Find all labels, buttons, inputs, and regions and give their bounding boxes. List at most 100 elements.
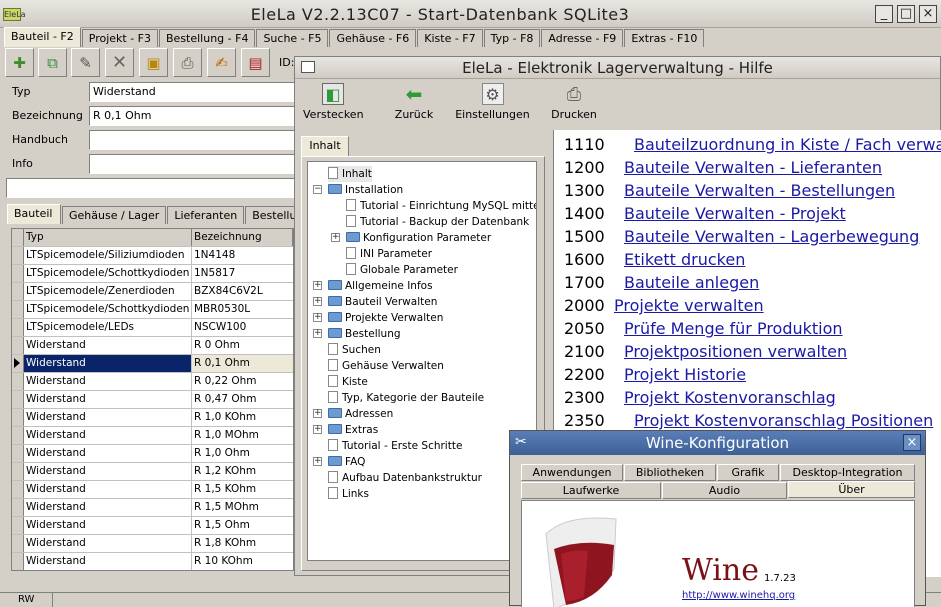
tree-item[interactable]: Adressen (328, 406, 393, 422)
tab-typ[interactable]: Typ - F8 (483, 29, 541, 47)
back-button[interactable]: ⬅ Zurück (389, 82, 439, 123)
subtab-lieferanten[interactable]: Lieferanten (167, 206, 245, 224)
column-header-typ[interactable]: Typ (24, 229, 192, 246)
cell-typ[interactable]: Widerstand (24, 409, 192, 426)
cell-bezeichnung[interactable]: R 1,8 KOhm (192, 535, 293, 552)
table-row[interactable]: Widerstand R 1,5 Ohm (12, 517, 293, 535)
cell-bezeichnung[interactable]: R 0 Ohm (192, 337, 293, 354)
expand-icon[interactable]: + (313, 425, 322, 434)
maximize-button[interactable]: □ (897, 5, 915, 23)
cell-typ[interactable]: Widerstand (24, 463, 192, 480)
help-contents-tree[interactable]: Inhalt − Installation Tutorial - Einrichtun… (307, 161, 537, 561)
cell-typ[interactable]: LTSpicemodele/Schottkydioden (24, 265, 192, 282)
expand-icon[interactable]: + (313, 297, 322, 306)
expand-icon[interactable]: + (331, 233, 340, 242)
minimize-button[interactable]: _ (875, 5, 893, 23)
cell-bezeichnung[interactable]: MBR0530L (192, 301, 293, 318)
topic-link[interactable]: Projektpositionen verwalten (624, 342, 847, 361)
typ-field[interactable]: Widerstand (89, 82, 295, 102)
cell-typ[interactable]: Widerstand (24, 427, 192, 444)
table-row[interactable]: Widerstand R 1,5 KOhm (12, 481, 293, 499)
table-row[interactable]: LTSpicemodele/Schottkydioden MBR0530L (12, 301, 293, 319)
table-row[interactable]: Widerstand R 1,0 MOhm (12, 427, 293, 445)
cell-typ[interactable]: Widerstand (24, 355, 192, 372)
cell-bezeichnung[interactable]: 1N5817 (192, 265, 293, 282)
tab-kiste[interactable]: Kiste - F7 (417, 29, 483, 47)
description-field[interactable] (6, 178, 295, 198)
expand-icon[interactable]: + (313, 313, 322, 322)
cell-bezeichnung[interactable]: R 1,0 KOhm (192, 409, 293, 426)
row-indicator[interactable] (12, 283, 24, 300)
tab-adresse[interactable]: Adresse - F9 (541, 29, 624, 47)
cell-bezeichnung[interactable]: R 1,5 MOhm (192, 499, 293, 516)
expand-icon[interactable]: + (313, 409, 322, 418)
topic-link[interactable]: Prüfe Menge für Produktion (624, 319, 843, 338)
row-indicator[interactable] (12, 319, 24, 336)
row-indicator[interactable] (12, 517, 24, 534)
delete-icon[interactable]: ✕ (105, 48, 134, 77)
topic-link[interactable]: Bauteile Verwalten - Projekt (624, 204, 846, 223)
table-row[interactable]: Widerstand R 0 Ohm (12, 337, 293, 355)
tree-item[interactable]: Konfiguration Parameter (346, 230, 491, 246)
cell-typ[interactable]: Widerstand (24, 481, 192, 498)
cell-bezeichnung[interactable]: BZX84C6V2L (192, 283, 293, 300)
row-indicator[interactable] (12, 553, 24, 570)
tree-item[interactable]: Typ, Kategorie der Bauteile (328, 390, 484, 406)
tree-item[interactable]: Suchen (328, 342, 381, 358)
topic-link[interactable]: Projekte verwalten (614, 296, 764, 315)
cell-bezeichnung[interactable]: R 1,2 KOhm (192, 463, 293, 480)
note-icon[interactable]: ✍ (207, 48, 236, 77)
topic-link[interactable]: Projekt Kostenvoranschlag Positionen (634, 411, 933, 430)
subtab-bauteil[interactable]: Bauteil (7, 204, 61, 224)
tree-item[interactable]: Gehäuse Verwalten (328, 358, 444, 374)
export-icon[interactable]: ▤ (241, 48, 270, 77)
tab-suche[interactable]: Suche - F5 (256, 29, 329, 47)
cell-typ[interactable]: LTSpicemodele/Zenerdioden (24, 283, 192, 300)
subtab-gehaeuse-lager[interactable]: Gehäuse / Lager (62, 206, 167, 224)
table-row[interactable]: Widerstand R 0,47 Ohm (12, 391, 293, 409)
row-indicator[interactable] (12, 301, 24, 318)
row-indicator[interactable] (12, 499, 24, 516)
cell-typ[interactable]: Widerstand (24, 391, 192, 408)
cell-typ[interactable]: LTSpicemodele/Schottkydioden (24, 301, 192, 318)
expand-icon[interactable]: + (313, 457, 322, 466)
table-row[interactable]: Widerstand R 0,22 Ohm (12, 373, 293, 391)
table-row[interactable]: LTSpicemodele/Schottkydioden 1N5817 (12, 265, 293, 283)
tree-item[interactable]: Tutorial - Einrichtung MySQL mittels (346, 198, 536, 214)
table-row[interactable]: Widerstand R 10 KOhm (12, 553, 293, 570)
tree-item[interactable]: Bestellung (328, 326, 401, 342)
row-indicator[interactable] (12, 481, 24, 498)
wine-tab-laufwerke[interactable]: Laufwerke (521, 482, 661, 499)
cell-bezeichnung[interactable]: R 1,0 Ohm (192, 445, 293, 462)
topic-link[interactable]: Bauteile anlegen (624, 273, 759, 292)
cell-typ[interactable]: Widerstand (24, 445, 192, 462)
wine-close-button[interactable]: × (903, 434, 921, 451)
table-row[interactable]: Widerstand R 1,2 KOhm (12, 463, 293, 481)
cell-typ[interactable]: Widerstand (24, 499, 192, 516)
table-row[interactable]: Widerstand R 0,1 Ohm (12, 355, 293, 373)
printer-icon[interactable]: ⎙ (173, 48, 202, 77)
tab-inhalt[interactable]: Inhalt (301, 136, 349, 157)
wine-tab-audio[interactable]: Audio (662, 482, 787, 499)
bezeichnung-field[interactable]: R 0,1 Ohm (89, 106, 295, 126)
tree-item[interactable]: Allgemeine Infos (328, 278, 433, 294)
table-row[interactable]: LTSpicemodele/LEDs NSCW100 (12, 319, 293, 337)
topic-link[interactable]: Bauteile Verwalten - Lagerbewegung (624, 227, 919, 246)
cell-typ[interactable]: LTSpicemodele/Siliziumdioden (24, 247, 192, 264)
topic-link[interactable]: Projekt Kostenvoranschlag (624, 388, 836, 407)
wine-tab-bibliotheken[interactable]: Bibliotheken (624, 464, 716, 481)
table-row[interactable]: Widerstand R 1,5 MOhm (12, 499, 293, 517)
cell-bezeichnung[interactable]: 1N4148 (192, 247, 293, 264)
row-indicator[interactable] (12, 535, 24, 552)
cell-typ[interactable]: Widerstand (24, 517, 192, 534)
cell-bezeichnung[interactable]: R 1,5 Ohm (192, 517, 293, 534)
cell-bezeichnung[interactable]: R 1,0 MOhm (192, 427, 293, 444)
wine-tab-anwendungen[interactable]: Anwendungen (521, 464, 623, 481)
cell-bezeichnung[interactable]: NSCW100 (192, 319, 293, 336)
tree-item[interactable]: Links (328, 486, 369, 502)
cell-typ[interactable]: LTSpicemodele/LEDs (24, 319, 192, 336)
wine-tab-grafik[interactable]: Grafik (717, 464, 779, 481)
row-indicator[interactable] (12, 463, 24, 480)
close-button[interactable]: × (919, 5, 937, 23)
hide-button[interactable]: ◧ Verstecken (303, 83, 364, 123)
